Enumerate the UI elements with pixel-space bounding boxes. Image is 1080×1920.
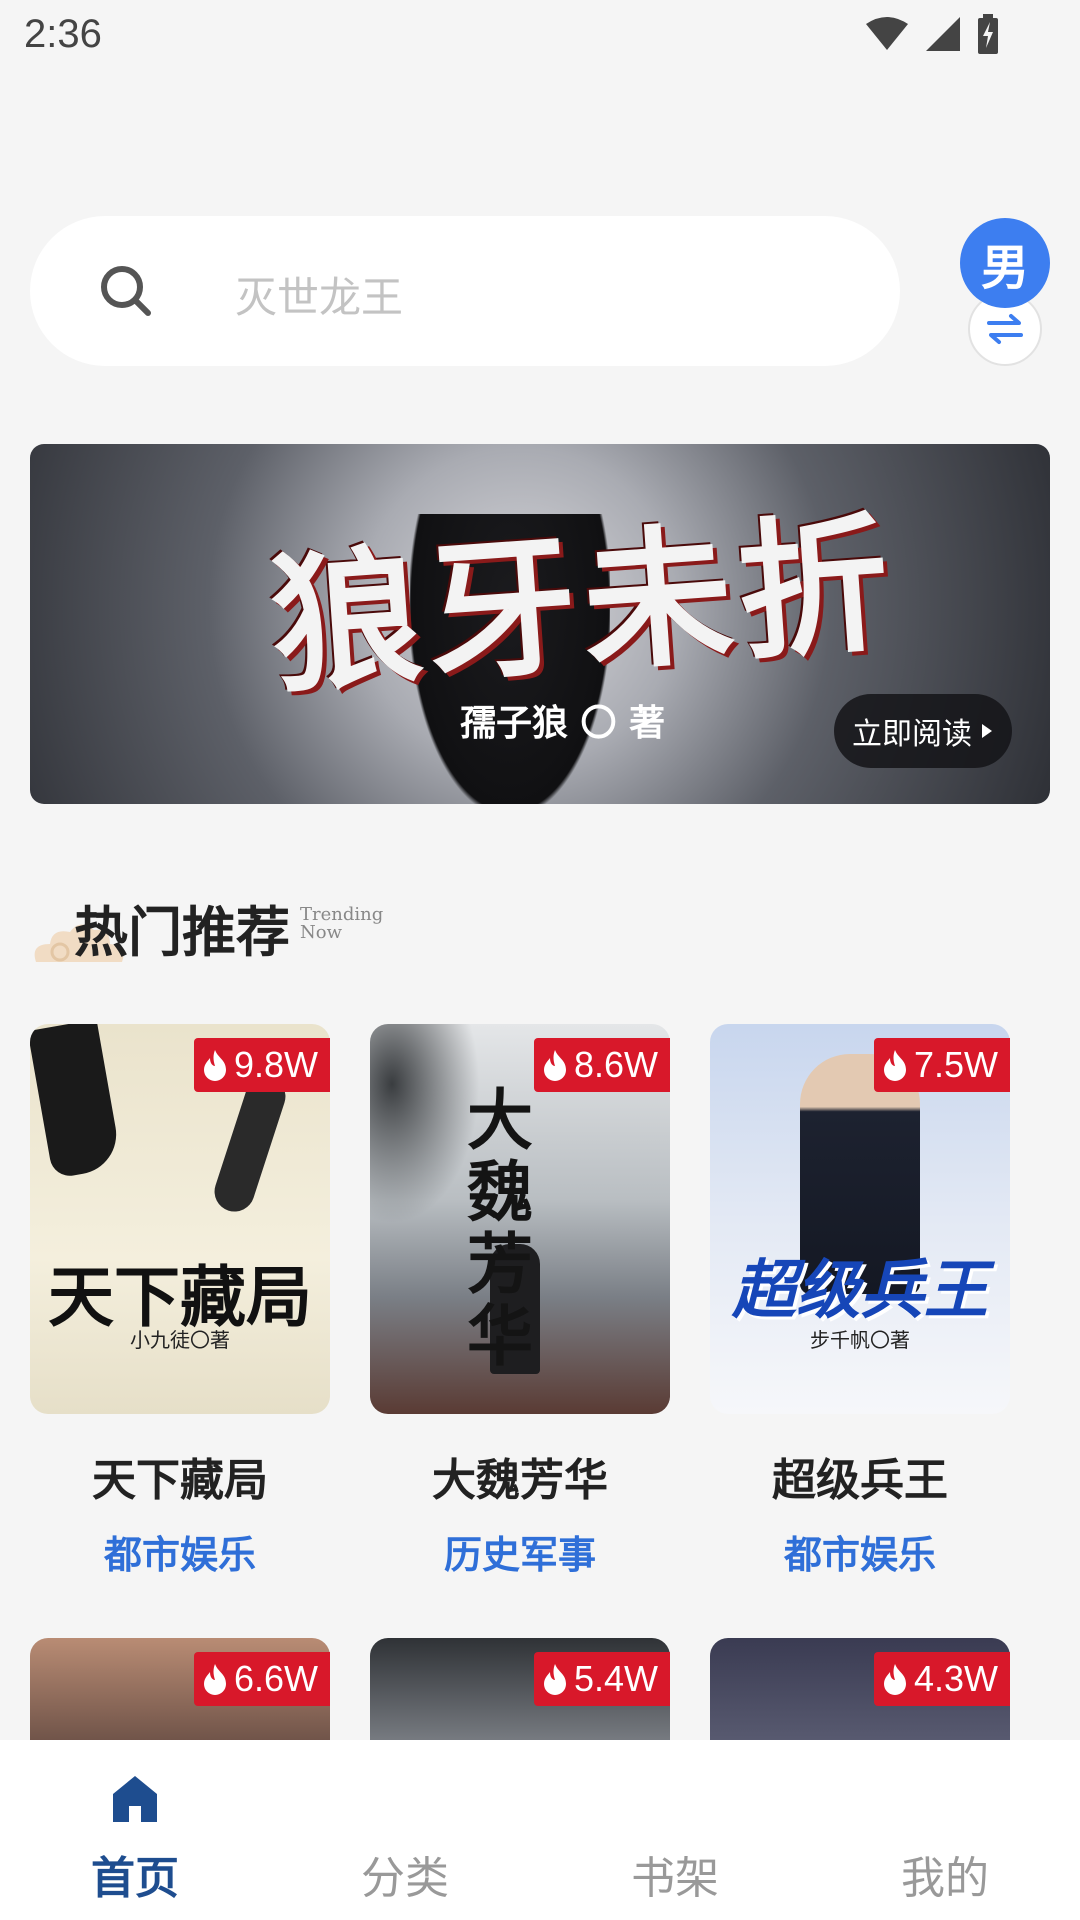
cover-author: 步千帆〇著 (810, 1328, 910, 1352)
heat-badge: 6.6W (193, 1652, 330, 1706)
battery-icon (978, 14, 998, 54)
flame-icon (883, 1050, 906, 1081)
tab-bookshelf[interactable]: 书架 (540, 1740, 810, 1920)
heat-value: 7.5W (913, 1044, 998, 1085)
banner-author: 孺子狼 〇 著 (460, 703, 666, 744)
book-title[interactable]: 超级兵王 (710, 1444, 1010, 1508)
read-now-label: 立即阅读 (852, 717, 972, 752)
heat-badge: 7.5W (873, 1038, 1010, 1092)
book-title[interactable]: 大魏芳华 (370, 1444, 670, 1508)
heat-badge: 4.3W (873, 1652, 1010, 1706)
book-card-2[interactable]: 大魏芳华 8.6W 大魏芳华 历史军事 (370, 1024, 670, 1584)
tab-home[interactable]: 首页 (0, 1740, 270, 1920)
heat-value: 8.6W (573, 1044, 658, 1085)
tab-category-label: 分类 (361, 1853, 449, 1904)
promo-banner[interactable]: 狼牙未折 孺子狼 〇 著 立即阅读 (30, 444, 1050, 804)
flame-icon (543, 1050, 566, 1081)
tab-mine-label: 我的 (901, 1853, 989, 1904)
book-category[interactable]: 都市娱乐 (710, 1524, 1010, 1579)
cover-hand-art (30, 1024, 123, 1179)
cover-author: 小九徒〇著 (130, 1328, 230, 1352)
cover-title: 超级兵王 (732, 1253, 988, 1328)
search-placeholder: 灭世龙王 (235, 273, 404, 322)
book-card-6[interactable]: 4.3W (710, 1638, 1010, 1748)
book-title[interactable]: 天下藏局 (30, 1444, 330, 1508)
book-category[interactable]: 都市娱乐 (30, 1524, 330, 1579)
tab-bookshelf-label: 书架 (631, 1853, 719, 1904)
read-now-button[interactable]: 立即阅读 (834, 694, 1012, 768)
book-card-5[interactable]: 5.4W (370, 1638, 670, 1748)
flame-icon (203, 1664, 226, 1695)
heat-badge: 5.4W (533, 1652, 670, 1706)
flame-icon (543, 1664, 566, 1695)
status-icons (864, 14, 1000, 54)
home-icon (113, 1776, 157, 1822)
heat-value: 5.4W (573, 1658, 658, 1699)
flame-icon (203, 1050, 226, 1081)
bottom-tab-bar: 首页 分类 书架 我的 (0, 1740, 1080, 1920)
book-card-3[interactable]: 超级兵王 步千帆〇著 7.5W 超级兵王 都市娱乐 (710, 1024, 1010, 1584)
flame-icon (883, 1664, 906, 1695)
tab-mine[interactable]: 我的 (810, 1740, 1080, 1920)
tab-home-label: 首页 (91, 1853, 179, 1904)
heat-badge: 9.8W (193, 1038, 330, 1092)
status-bar: 2:36 (0, 0, 1080, 75)
play-arrow-icon (982, 724, 992, 738)
gender-toggle[interactable]: 男 (960, 218, 1050, 308)
status-time: 2:36 (24, 12, 102, 56)
tab-category[interactable]: 分类 (270, 1740, 540, 1920)
section-subtitle: Trending Now (300, 904, 384, 943)
heat-value: 9.8W (233, 1044, 318, 1085)
swap-icon (987, 314, 1023, 344)
banner-title: 狼牙未折 (265, 495, 901, 715)
heat-badge: 8.6W (533, 1038, 670, 1092)
book-category[interactable]: 历史军事 (370, 1524, 670, 1579)
cover-hand-art (209, 1071, 291, 1217)
section-title: 热门推荐 (74, 900, 290, 964)
heat-value: 4.3W (913, 1658, 998, 1699)
wifi-icon (866, 17, 908, 50)
signal-icon (926, 17, 960, 51)
section-header: 热门推荐 Trending Now (30, 880, 530, 980)
search-icon (101, 266, 151, 316)
cover-title: 大魏芳华 (467, 1081, 533, 1375)
search-bar[interactable]: 灭世龙王 (30, 216, 900, 366)
book-card-4[interactable]: 6.6W (30, 1638, 330, 1748)
heat-value: 6.6W (233, 1658, 318, 1699)
book-card-1[interactable]: 天下藏局 小九徒〇著 9.8W 天下藏局 都市娱乐 (30, 1024, 330, 1584)
